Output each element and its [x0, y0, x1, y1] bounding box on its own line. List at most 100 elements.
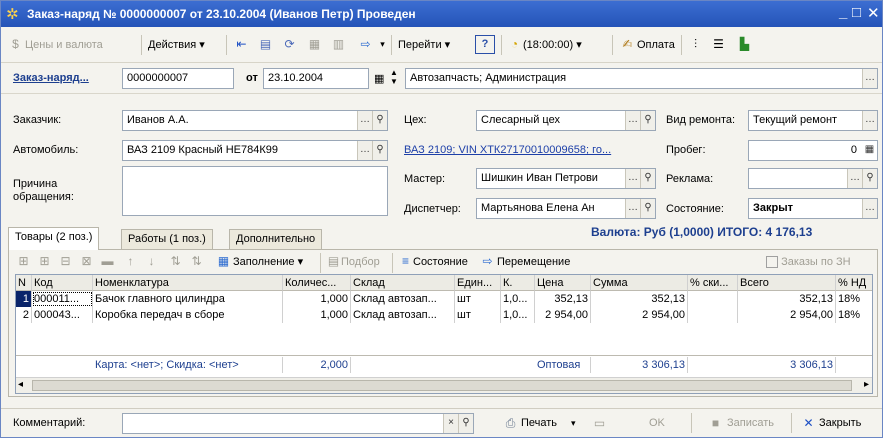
date-spin-icon[interactable]: ▲ ▼: [390, 68, 398, 86]
doc-type-link[interactable]: Заказ-наряд...: [13, 72, 89, 84]
item-cell[interactable]: Коробка передач в сборе: [93, 307, 283, 323]
minimize-icon[interactable]: _: [839, 4, 847, 21]
payment-button[interactable]: Оплата: [637, 34, 675, 56]
price-cell[interactable]: 352,13: [535, 291, 591, 307]
print-button[interactable]: Печать: [521, 412, 557, 434]
column-header[interactable]: Код: [32, 275, 93, 291]
number-field[interactable]: 0000000007: [122, 68, 234, 89]
based-on-dropdown-icon[interactable]: ▾: [374, 36, 391, 53]
search-icon[interactable]: ⚲: [372, 111, 387, 130]
search-icon[interactable]: ⚲: [458, 414, 473, 433]
vat-cell[interactable]: 18%: [836, 291, 872, 307]
help-button[interactable]: ?: [475, 35, 495, 54]
warehouse-cell[interactable]: Склад автозап...: [351, 291, 455, 307]
orders-checkbox[interactable]: Заказы по ЗН: [766, 251, 851, 273]
total-cell[interactable]: 2 954,00: [738, 307, 836, 323]
select-button[interactable]: …: [862, 199, 877, 218]
column-header[interactable]: Количес...: [283, 275, 351, 291]
master-field[interactable]: Шишкин Иван Петрови … ⚲: [476, 168, 656, 189]
select-button[interactable]: …: [862, 69, 877, 88]
column-header[interactable]: Сумма: [591, 275, 688, 291]
close-icon[interactable]: ✕: [867, 4, 880, 22]
qty-cell[interactable]: 1,000: [283, 307, 351, 323]
price-cell[interactable]: 2 954,00: [535, 307, 591, 323]
reason-field[interactable]: [122, 166, 388, 216]
search-icon[interactable]: ⚲: [640, 169, 655, 188]
qty-cell[interactable]: 1,000: [283, 291, 351, 307]
code-cell[interactable]: 000011...: [32, 291, 93, 307]
column-header[interactable]: Цена: [535, 275, 591, 291]
close-x-icon[interactable]: ✕: [800, 415, 817, 432]
state-button[interactable]: Состояние: [413, 251, 468, 273]
coef-cell[interactable]: 1,0...: [501, 291, 535, 307]
scroll-right-icon[interactable]: ▸: [864, 379, 869, 390]
fill-menu[interactable]: Заполнение ▾: [233, 251, 303, 273]
sum-cell[interactable]: 2 954,00: [591, 307, 688, 323]
calendar-icon[interactable]: ▦: [374, 72, 384, 85]
car-field[interactable]: ВАЗ 2109 Красный НЕ784К99 … ⚲: [122, 140, 388, 161]
row-number[interactable]: 2: [16, 307, 32, 323]
prices-button[interactable]: Цены и валюта: [25, 34, 103, 56]
list-icon[interactable]: ▤: [257, 36, 274, 53]
comment-field[interactable]: × ⚲: [122, 413, 474, 434]
print-dropdown-icon[interactable]: ▾: [571, 412, 576, 434]
column-header[interactable]: Номенклатура: [93, 275, 283, 291]
column-header[interactable]: К.: [501, 275, 535, 291]
structure-tree-icon[interactable]: ⫶: [687, 36, 704, 53]
actions-menu[interactable]: Действия ▾: [148, 34, 205, 56]
goto-menu[interactable]: Перейти ▾: [398, 34, 450, 56]
unit-cell[interactable]: шт: [455, 307, 501, 323]
code-cell[interactable]: 000043...: [32, 307, 93, 323]
column-header[interactable]: Един...: [455, 275, 501, 291]
printer-icon[interactable]: ⎙: [502, 415, 519, 432]
search-icon[interactable]: ⚲: [372, 141, 387, 160]
goto-first-icon[interactable]: ⇤: [233, 36, 250, 53]
state-field[interactable]: Закрыт …: [748, 198, 878, 219]
calculator-icon[interactable]: ▦: [862, 141, 877, 160]
repair-type-field[interactable]: Текущий ремонт …: [748, 110, 878, 131]
tab-additional[interactable]: Дополнительно: [229, 229, 323, 249]
fill-icon[interactable]: ▦: [215, 253, 232, 270]
mileage-field[interactable]: 0 ▦: [748, 140, 878, 161]
clear-icon[interactable]: ×: [443, 414, 458, 433]
item-cell[interactable]: Бачок главного цилиндра: [93, 291, 283, 307]
close-button[interactable]: Закрыть: [819, 412, 861, 434]
based-on-icon[interactable]: ⇨: [357, 36, 374, 53]
select-button[interactable]: …: [862, 111, 877, 130]
transfer-button[interactable]: Перемещение: [497, 251, 570, 273]
coef-cell[interactable]: 1,0...: [501, 307, 535, 323]
dispatcher-field[interactable]: Мартьянова Елена Ан … ⚲: [476, 198, 656, 219]
column-header[interactable]: Всего: [738, 275, 836, 291]
customer-field[interactable]: Иванов А.А. … ⚲: [122, 110, 388, 131]
transfer-icon[interactable]: ⇨: [479, 253, 496, 270]
search-icon[interactable]: ⚲: [640, 111, 655, 130]
search-icon[interactable]: ⚲: [862, 169, 877, 188]
select-button[interactable]: …: [357, 111, 372, 130]
time-button[interactable]: (18:00:00) ▾: [523, 34, 582, 56]
search-icon[interactable]: ⚲: [640, 199, 655, 218]
column-header[interactable]: Склад: [351, 275, 455, 291]
horizontal-scrollbar[interactable]: ◂ ▸: [16, 377, 872, 393]
sum-cell[interactable]: 352,13: [591, 291, 688, 307]
column-header[interactable]: N: [16, 275, 32, 291]
column-header[interactable]: % ски...: [688, 275, 738, 291]
total-cell[interactable]: 352,13: [738, 291, 836, 307]
select-button[interactable]: …: [847, 169, 862, 188]
select-button[interactable]: …: [357, 141, 372, 160]
date-field[interactable]: 23.10.2004: [263, 68, 369, 89]
column-header[interactable]: % НД: [836, 275, 872, 291]
checkbox-icon[interactable]: [766, 256, 778, 269]
refresh-icon[interactable]: ⟳: [281, 36, 298, 53]
discount-cell[interactable]: [688, 307, 738, 323]
tab-goods[interactable]: Товары (2 поз.): [8, 227, 100, 250]
warehouse-cell[interactable]: Склад автозап...: [351, 307, 455, 323]
car-info-link[interactable]: ВАЗ 2109; VIN ХТК27170010009658; го...: [404, 144, 611, 156]
tab-works[interactable]: Работы (1 поз.): [121, 229, 213, 249]
select-button[interactable]: …: [625, 169, 640, 188]
select-button[interactable]: …: [625, 199, 640, 218]
title-bar[interactable]: ✲ Заказ-наряд № 0000000007 от 23.10.2004…: [1, 1, 882, 27]
scroll-thumb[interactable]: [32, 380, 852, 391]
shop-field[interactable]: Слесарный цех … ⚲: [476, 110, 656, 131]
organization-field[interactable]: Автозапчасть; Администрация …: [405, 68, 878, 89]
state-icon[interactable]: ≡: [397, 253, 414, 270]
